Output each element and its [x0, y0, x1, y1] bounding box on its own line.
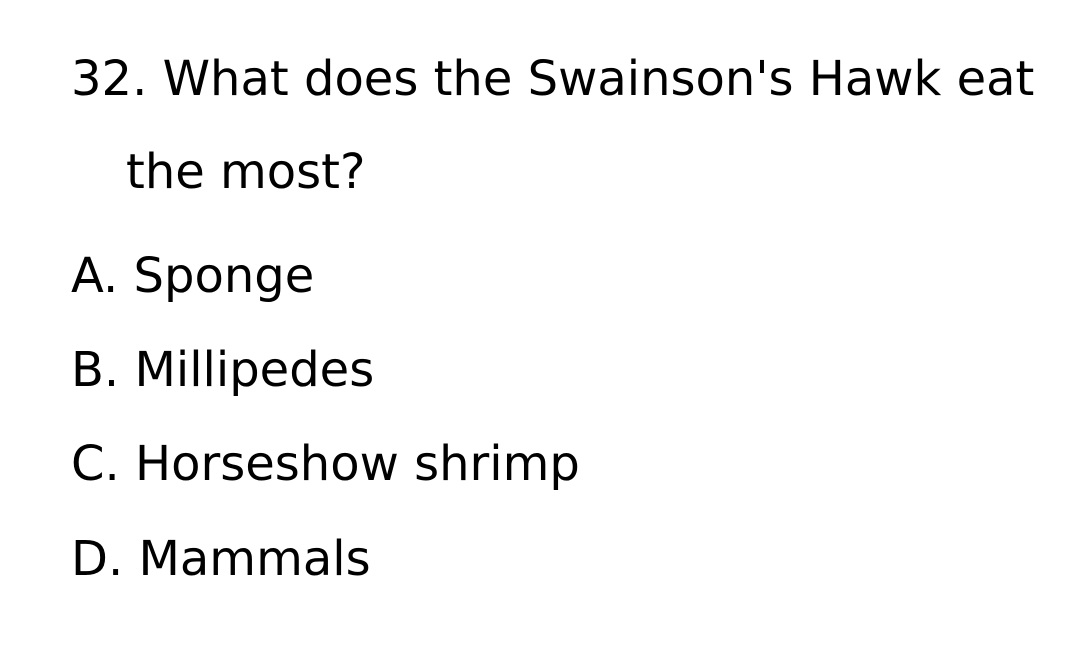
question-text: 32. What does the Swainson's Hawk eat th…	[71, 51, 1035, 200]
answer-option-b: B. Millipedes	[71, 342, 375, 398]
answer-option-c: C. Horseshow shrimp	[71, 436, 580, 492]
answer-option-a: A. Sponge	[71, 248, 315, 304]
answer-option-d: D. Mammals	[71, 531, 371, 587]
